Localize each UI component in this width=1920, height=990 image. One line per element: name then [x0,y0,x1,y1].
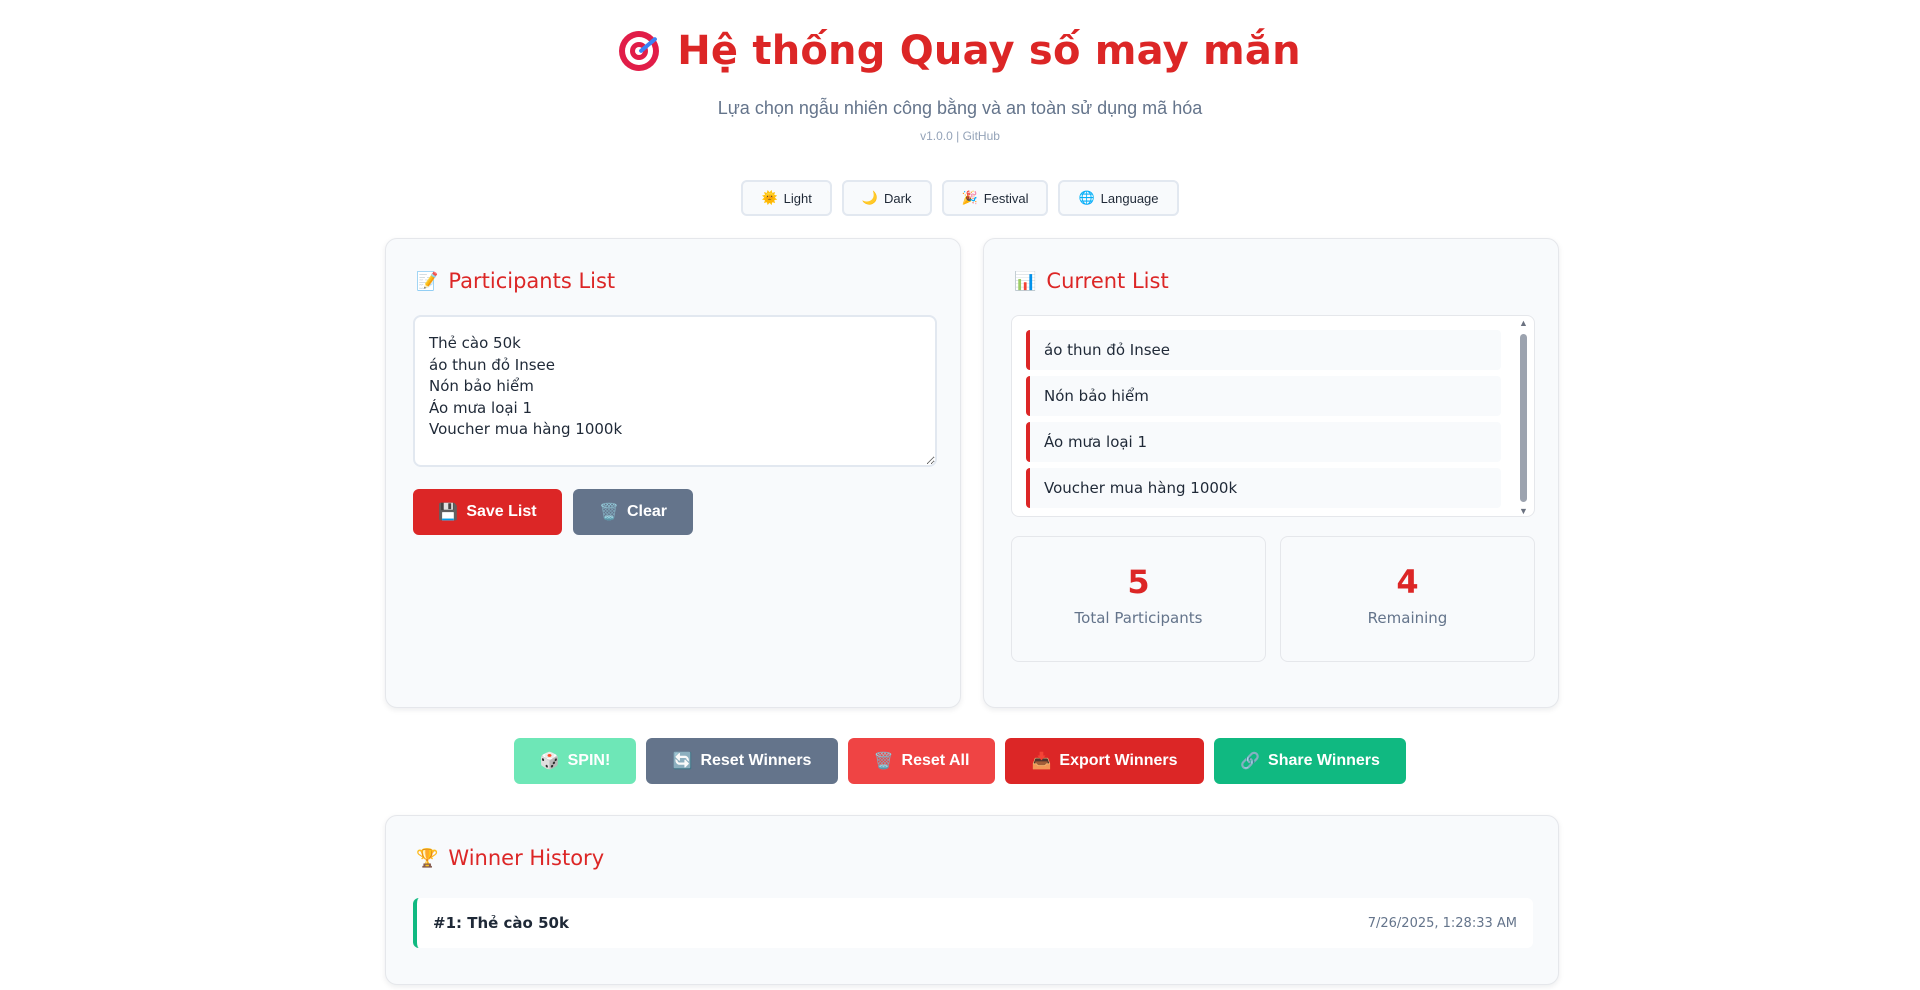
share-winners-label: Share Winners [1268,752,1380,769]
list-item: Voucher mua hàng 1000k [1026,468,1501,508]
participants-textarea[interactable]: Thẻ cào 50k áo thun đỏ Insee Nón bảo hiể… [413,315,937,467]
spin-label: SPIN! [567,752,611,769]
list-item: áo thun đỏ Insee [1026,330,1501,370]
action-bar: 🎲 SPIN! 🔄 Reset Winners 🗑️ Reset All 📥 E… [0,738,1920,784]
save-list-button[interactable]: 💾 Save List [413,489,562,535]
target-icon [619,31,660,71]
theme-festival-button[interactable]: 🎉 Festival [941,180,1049,216]
language-button[interactable]: 🌐 Language [1058,180,1179,216]
reset-winners-label: Reset Winners [700,752,812,769]
moon-icon: 🌙 [861,190,879,205]
theme-switcher: 🌞 Light 🌙 Dark 🎉 Festival 🌐 Language [0,180,1920,216]
globe-icon: 🌐 [1078,190,1095,205]
page-title-text: Hệ thống Quay số may mắn [677,28,1301,74]
version-text: v1.0.0 [920,129,953,143]
remaining-value: 4 [1396,563,1419,601]
winner-history-title: 🏆 Winner History [416,846,604,870]
theme-light-label: Light [783,190,812,206]
scroll-up-arrow-icon[interactable]: ▲ [1519,318,1528,328]
floppy-disk-icon: 💾 [438,504,459,521]
version-separator: | [952,129,963,143]
share-winners-button[interactable]: 🔗 Share Winners [1214,738,1406,784]
link-icon: 🔗 [1240,753,1261,770]
remaining-label: Remaining [1367,609,1448,627]
language-label: Language [1100,190,1159,206]
participants-title: 📝 Participants List [416,269,615,293]
trophy-icon: 🏆 [416,847,439,869]
sun-icon: 🌞 [761,190,778,205]
clear-label: Clear [626,503,667,520]
page-subtitle: Lựa chọn ngẫu nhiên công bằng và an toàn… [717,98,1203,118]
dice-icon: 🎲 [539,753,560,770]
reset-winners-button[interactable]: 🔄 Reset Winners [646,738,838,784]
memo-icon: 📝 [416,270,439,292]
export-winners-label: Export Winners [1059,752,1178,769]
current-list-title: 📊 Current List [1014,269,1169,293]
remaining-stat: 4 Remaining [1280,536,1535,662]
total-participants-label: Total Participants [1074,609,1203,627]
header: Hệ thống Quay số may mắn Lựa chọn ngẫu n… [0,28,1920,143]
current-list-title-text: Current List [1046,269,1169,293]
list-item: Nón bảo hiểm [1026,376,1501,416]
participants-card: 📝 Participants List Thẻ cào 50k áo thun … [385,238,961,708]
winner-history-row: #1: Thẻ cào 50k 7/26/2025, 1:28:33 AM [413,898,1533,948]
current-list-box[interactable]: áo thun đỏ Insee Nón bảo hiểm Áo mưa loạ… [1011,315,1535,517]
download-icon: 📥 [1031,753,1052,770]
page-title: Hệ thống Quay số may mắn [619,28,1301,74]
scrollbar-thumb[interactable] [1520,334,1527,502]
theme-festival-label: Festival [983,190,1029,206]
winner-timestamp: 7/26/2025, 1:28:33 AM [1367,915,1517,931]
trash-icon: 🗑️ [599,504,619,521]
winner-name: #1: Thẻ cào 50k [433,914,569,932]
winner-history-card: 🏆 Winner History #1: Thẻ cào 50k 7/26/20… [385,815,1559,985]
save-list-label: Save List [466,503,537,520]
list-item: Áo mưa loại 1 [1026,422,1501,462]
app-root: Hệ thống Quay số may mắn Lựa chọn ngẫu n… [0,0,1920,990]
total-participants-value: 5 [1127,563,1150,601]
trash-icon: 🗑️ [873,753,894,770]
theme-dark-button[interactable]: 🌙 Dark [841,180,932,216]
scroll-down-arrow-icon[interactable]: ▼ [1519,506,1528,516]
party-icon: 🎉 [961,190,978,205]
theme-light-button[interactable]: 🌞 Light [741,180,832,216]
clear-button[interactable]: 🗑️ Clear [573,489,693,535]
export-winners-button[interactable]: 📥 Export Winners [1005,738,1204,784]
winner-history-title-text: Winner History [448,846,605,870]
participants-title-text: Participants List [448,269,616,293]
spin-button[interactable]: 🎲 SPIN! [514,738,636,784]
bar-chart-icon: 📊 [1014,270,1037,292]
current-list-card: 📊 Current List áo thun đỏ Insee Nón bảo … [983,238,1559,708]
refresh-icon: 🔄 [672,753,693,770]
theme-dark-label: Dark [884,190,912,206]
github-link[interactable]: GitHub [963,129,1000,143]
reset-all-button[interactable]: 🗑️ Reset All [848,738,995,784]
version-line: v1.0.0 | GitHub [0,129,1920,143]
reset-all-label: Reset All [901,752,970,769]
list-scrollbar[interactable]: ▲ ▼ [1518,318,1530,516]
total-participants-stat: 5 Total Participants [1011,536,1266,662]
